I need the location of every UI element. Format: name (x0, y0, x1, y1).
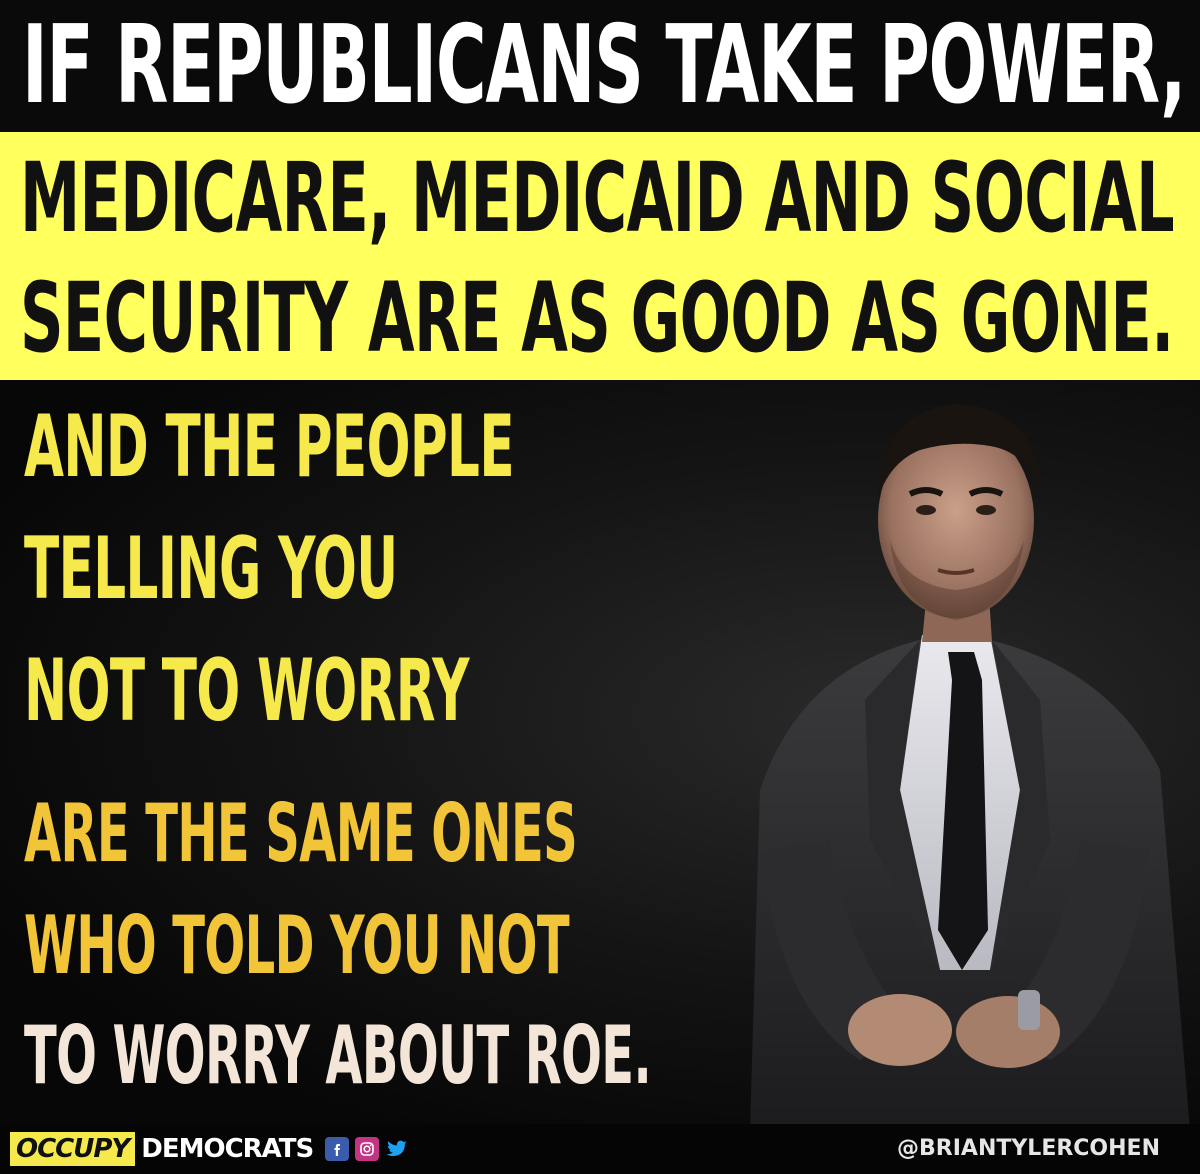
headline-top-band: IF REPUBLICANS TAKE POWER, (0, 0, 1200, 132)
author-handle: @BRIANTYLERCOHEN (897, 1136, 1160, 1161)
brand-occupy-label: OCCUPY (10, 1132, 136, 1166)
facebook-icon (325, 1137, 350, 1161)
brand-democrats-label: DEMOCRATS (141, 1134, 314, 1164)
person-photo (750, 404, 1190, 1130)
twitter-icon (385, 1137, 409, 1161)
body-line-1: AND THE PEOPLE (24, 397, 515, 497)
headline-yellow-band: MEDICARE, MEDICAID AND SOCIAL SECURITY A… (0, 132, 1200, 380)
occupy-democrats-logo: OCCUPY DEMOCRATS (10, 1130, 409, 1168)
social-icons (325, 1137, 409, 1161)
headline-line-top: IF REPUBLICANS TAKE POWER, (22, 3, 1186, 128)
instagram-icon (355, 1137, 380, 1161)
headline-yellow-line-1: MEDICARE, MEDICAID AND SOCIAL (20, 142, 1175, 254)
body-line-3: NOT TO WORRY (24, 641, 469, 741)
footer-bar: OCCUPY DEMOCRATS @BRIANTYLERCOHEN (0, 1124, 1200, 1174)
body-line-5: WHO TOLD YOU NOT (24, 899, 570, 992)
body-line-2: TELLING YOU (24, 519, 398, 619)
body-line-4: ARE THE SAME ONES (24, 787, 578, 880)
meme-poster: IF REPUBLICANS TAKE POWER, MEDICARE, MED… (0, 0, 1200, 1174)
body-line-6: TO WORRY ABOUT ROE. (24, 1009, 652, 1102)
headline-yellow-line-2: SECURITY ARE AS GOOD AS GONE. (20, 262, 1174, 374)
